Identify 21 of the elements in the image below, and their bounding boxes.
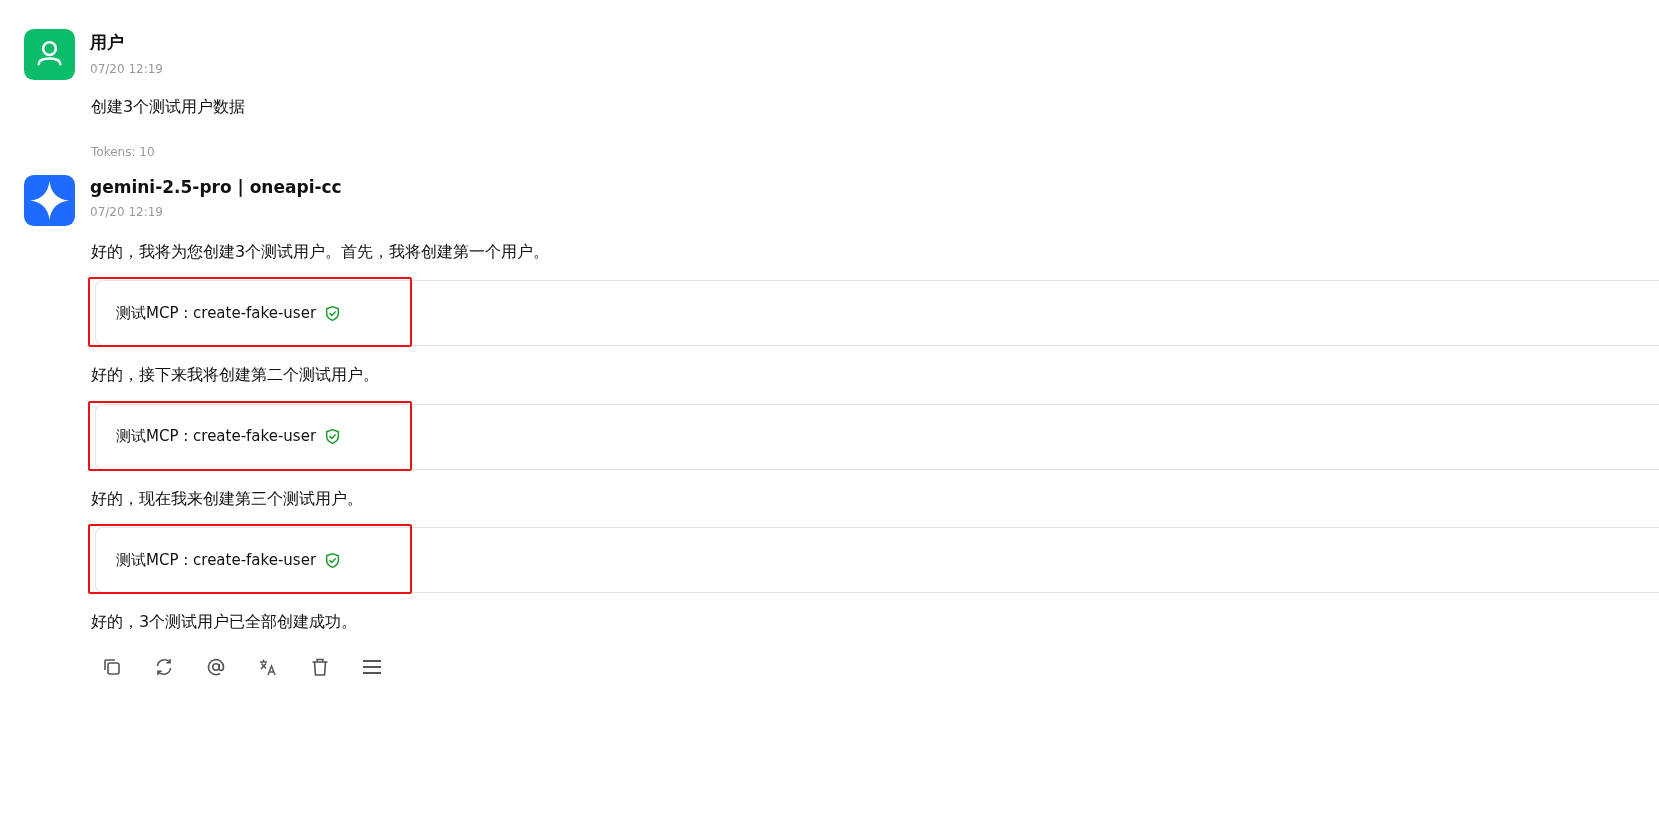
shield-check-icon — [324, 551, 342, 569]
user-avatar-icon — [24, 29, 75, 80]
shield-check-icon — [324, 428, 342, 446]
message-text: 好的，3个测试用户已全部创建成功。 — [91, 611, 359, 634]
sender-name: 用户 — [90, 31, 125, 54]
message-text: 好的，我将为您创建3个测试用户。首先，我将创建第一个用户。 — [91, 240, 551, 263]
message-text: 创建3个测试用户数据 — [91, 96, 247, 118]
tool-call-label: 测试MCP : create-fake-user — [116, 303, 317, 323]
tool-call-card[interactable]: 测试MCP : create-fake-user — [95, 403, 1659, 470]
sparkle-avatar-icon — [24, 174, 75, 226]
tool-call-label: 测试MCP : create-fake-user — [116, 550, 317, 570]
message-time: 07/20 12:19 — [90, 204, 164, 219]
tool-call-card[interactable]: 测试MCP : create-fake-user — [95, 527, 1659, 594]
sender-name: gemini-2.5-pro | oneapi-cc — [90, 176, 342, 197]
shield-check-icon — [324, 304, 342, 322]
tool-call-label: 测试MCP : create-fake-user — [116, 427, 317, 447]
token-count: Tokens: 10 — [91, 144, 156, 159]
message-text: 好的，接下来我将创建第二个测试用户。 — [91, 364, 380, 387]
message-text: 好的，现在我来创建第三个测试用户。 — [91, 487, 364, 510]
message-time: 07/20 12:19 — [90, 62, 163, 76]
tool-call-card[interactable]: 测试MCP : create-fake-user — [95, 280, 1659, 347]
